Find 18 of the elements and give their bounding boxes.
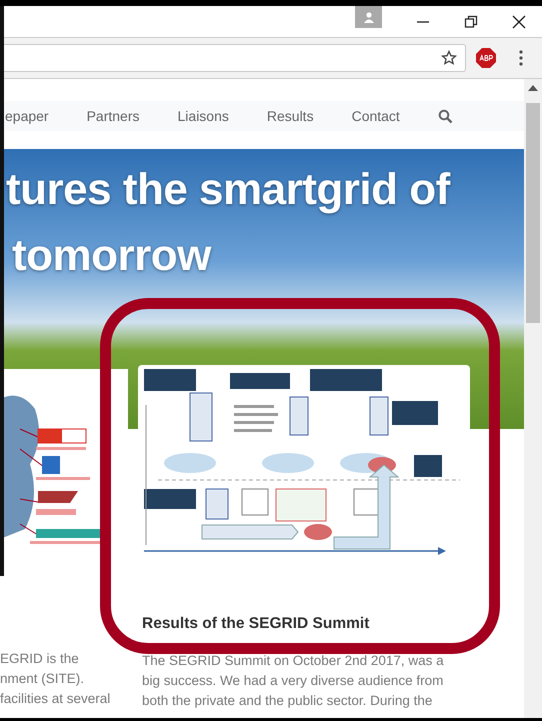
body-paragraph: EGRID is the nment (SITE). facilities at several: [0, 650, 112, 708]
star-icon[interactable]: [441, 50, 457, 66]
restore-icon[interactable]: [464, 14, 478, 28]
scroll-thumb[interactable]: [526, 103, 540, 323]
article-heading: Results of the SEGRID Summit: [142, 615, 370, 633]
menu-icon[interactable]: [519, 50, 523, 66]
nav-link[interactable]: Partners: [86, 108, 140, 124]
search-icon[interactable]: [438, 108, 453, 124]
close-icon[interactable]: [512, 14, 526, 28]
hero-title: tures the smartgrid of tomorrow: [5, 164, 452, 282]
scrollbar[interactable]: [524, 79, 542, 718]
nav-link[interactable]: Liaisons: [178, 108, 229, 124]
scroll-up-icon[interactable]: [528, 85, 538, 91]
body-paragraph: The SEGRID Summit on October 2nd 2017, was a big success. We had a very diverse audience from both the private and the public sector. During the: [142, 652, 445, 710]
nav-link[interactable]: epaper: [5, 108, 49, 124]
stop-sign-icon[interactable]: [475, 47, 497, 69]
nav-link[interactable]: Results: [266, 108, 314, 124]
nav-link[interactable]: Contact: [352, 108, 400, 124]
